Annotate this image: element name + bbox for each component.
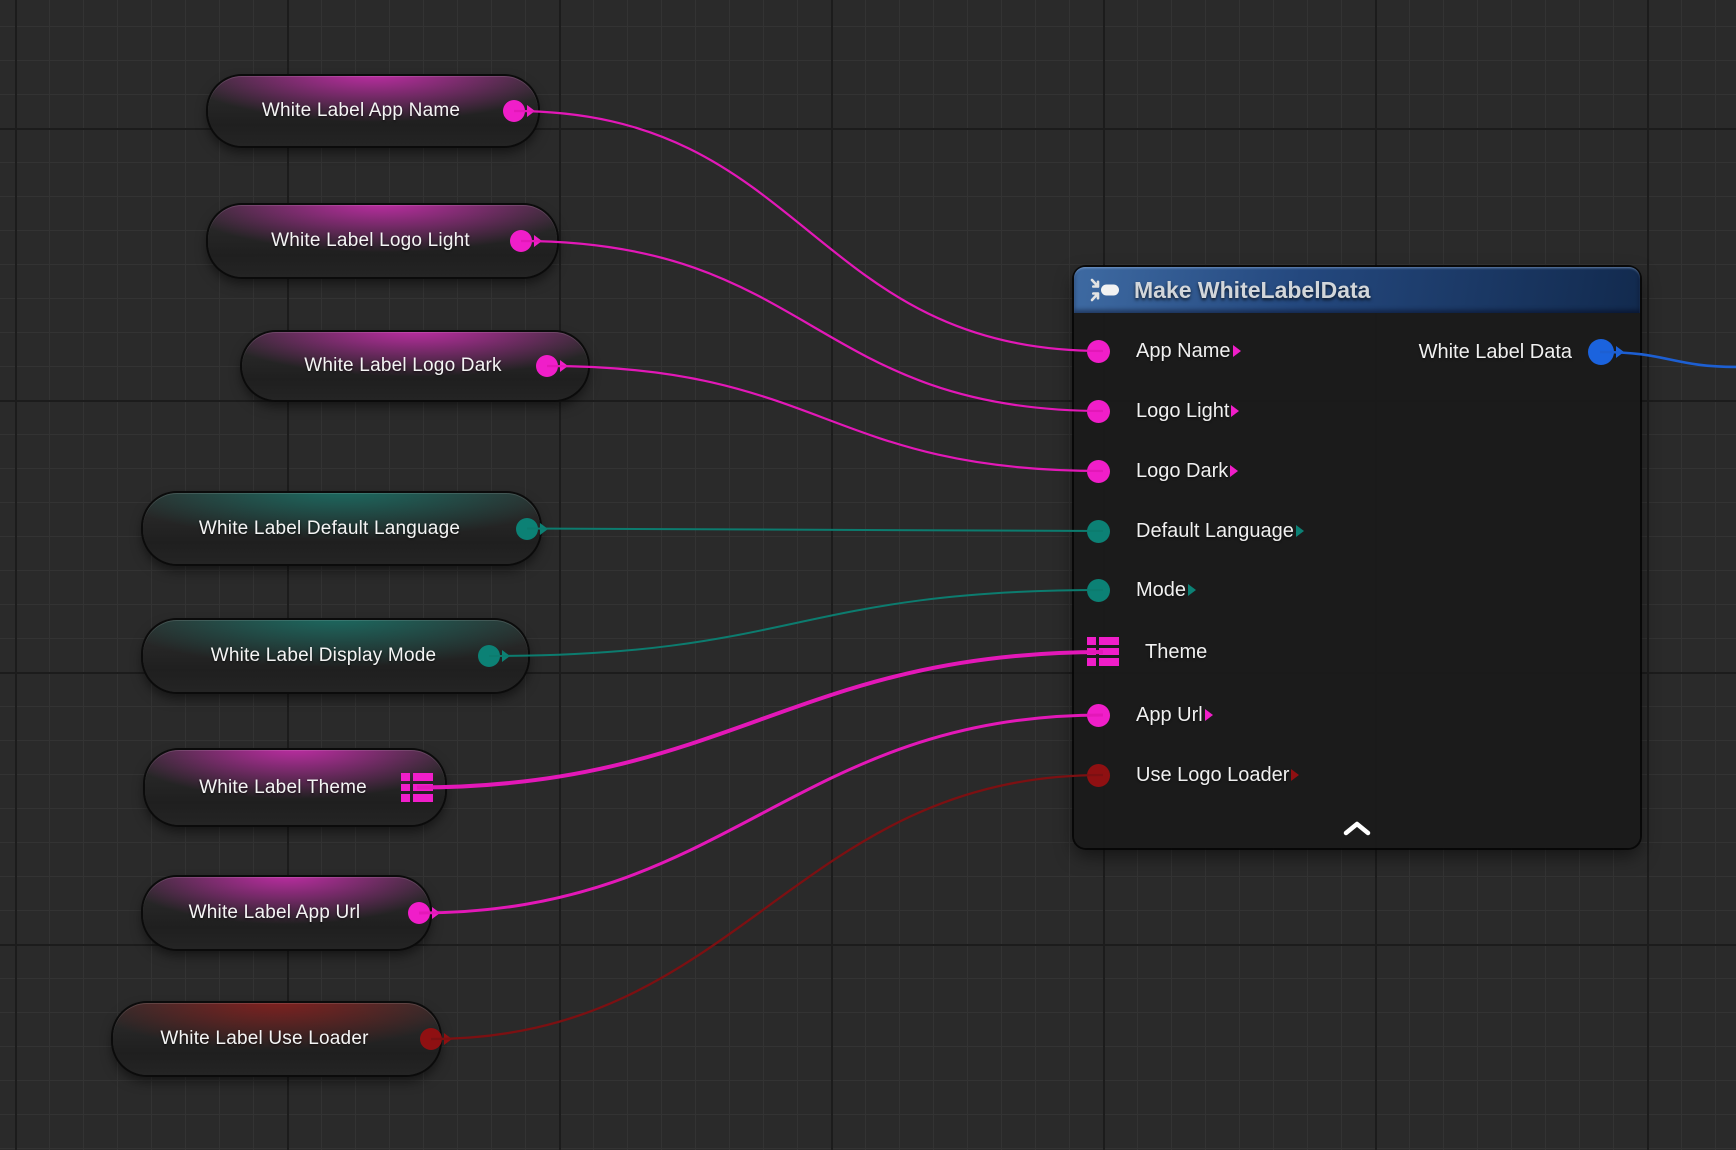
getter-node-logo-dark[interactable]: White Label Logo Dark — [242, 332, 588, 400]
input-pin-in-app-name[interactable] — [1087, 340, 1110, 363]
input-pin-in-default-language[interactable] — [1087, 520, 1110, 543]
output-pin-display-mode[interactable] — [478, 645, 500, 667]
getter-node-label: White Label Logo Dark — [278, 355, 551, 377]
wire-logo-light-to-in-logo-light[interactable] — [521, 241, 1103, 411]
wire-app-url-to-in-app-url[interactable] — [419, 715, 1103, 913]
input-pin-label: App Name — [1136, 340, 1231, 363]
output-pin-default-language[interactable] — [516, 518, 538, 540]
make-struct-icon — [1088, 276, 1122, 304]
input-pin-in-theme[interactable] — [1087, 637, 1119, 667]
input-row-in-use-logo-loader: Use Logo Loader — [1087, 745, 1289, 805]
getter-node-label: White Label Use Loader — [134, 1028, 418, 1050]
getter-node-label: White Label App Url — [163, 902, 411, 924]
blueprint-graph-canvas[interactable]: Make WhiteLabelData App Name Logo Light Lo… — [0, 0, 1736, 1150]
getter-node-app-url[interactable]: White Label App Url — [143, 877, 430, 949]
wire-use-loader-to-in-use-logo-loader[interactable] — [431, 775, 1103, 1039]
input-row-in-theme: Theme — [1087, 622, 1207, 682]
getter-node-label: White Label Theme — [173, 777, 417, 799]
wire-logo-dark-to-in-logo-dark[interactable] — [547, 366, 1103, 471]
output-pin-logo-dark[interactable] — [536, 355, 558, 377]
input-pin-label: Use Logo Loader — [1136, 764, 1289, 787]
wire-display-mode-to-in-mode[interactable] — [489, 590, 1103, 656]
getter-node-label: White Label Default Language — [173, 518, 510, 540]
input-pin-in-use-logo-loader[interactable] — [1087, 764, 1110, 787]
chevron-up-icon — [1342, 820, 1372, 836]
getter-node-use-loader[interactable]: White Label Use Loader — [113, 1003, 440, 1075]
wire-default-language-to-in-default-language[interactable] — [527, 529, 1103, 532]
input-row-in-app-url: App Url — [1087, 685, 1203, 745]
input-row-in-logo-dark: Logo Dark — [1087, 441, 1228, 501]
getter-node-app-name[interactable]: White Label App Name — [208, 76, 538, 146]
getter-node-default-language[interactable]: White Label Default Language — [143, 493, 540, 564]
make-node-title: Make WhiteLabelData — [1134, 277, 1370, 304]
input-pin-label: App Url — [1136, 704, 1203, 727]
getter-node-display-mode[interactable]: White Label Display Mode — [143, 620, 528, 692]
input-pin-in-mode[interactable] — [1087, 579, 1110, 602]
wire-app-name-to-in-app-name[interactable] — [514, 111, 1103, 351]
input-pin-in-logo-light[interactable] — [1087, 400, 1110, 423]
collapse-node-button[interactable] — [1335, 816, 1379, 840]
output-pin-app-url[interactable] — [408, 902, 430, 924]
getter-node-label: White Label App Name — [236, 100, 510, 122]
input-pin-label: Theme — [1145, 641, 1207, 664]
input-row-in-app-name: App Name — [1087, 321, 1231, 381]
input-row-in-logo-light: Logo Light — [1087, 381, 1229, 441]
output-pin-use-loader[interactable] — [420, 1028, 442, 1050]
input-pin-in-logo-dark[interactable] — [1087, 460, 1110, 483]
input-pin-label: Logo Light — [1136, 400, 1229, 423]
input-row-in-default-language: Default Language — [1087, 501, 1294, 561]
output-pin-app-name[interactable] — [503, 100, 525, 122]
input-pin-label: Logo Dark — [1136, 460, 1228, 483]
output-pin-out-white-label-data[interactable] — [1588, 339, 1614, 365]
make-node-header[interactable]: Make WhiteLabelData — [1074, 267, 1640, 313]
input-pin-label: Default Language — [1136, 520, 1294, 543]
input-row-in-mode: Mode — [1087, 560, 1186, 620]
input-pin-label: Mode — [1136, 579, 1186, 602]
make-whitelabeldata-node[interactable]: Make WhiteLabelData App Name Logo Light Lo… — [1074, 267, 1640, 848]
output-pin-theme[interactable] — [401, 773, 433, 803]
getter-node-theme[interactable]: White Label Theme — [145, 750, 445, 825]
input-pin-in-app-url[interactable] — [1087, 704, 1110, 727]
getter-node-label: White Label Logo Light — [245, 230, 520, 252]
output-pin-logo-light[interactable] — [510, 230, 532, 252]
getter-node-logo-light[interactable]: White Label Logo Light — [208, 205, 557, 277]
output-row-out-white-label-data: White Label Data — [1419, 322, 1614, 382]
getter-node-label: White Label Display Mode — [185, 645, 487, 667]
output-pin-label: White Label Data — [1419, 341, 1572, 364]
